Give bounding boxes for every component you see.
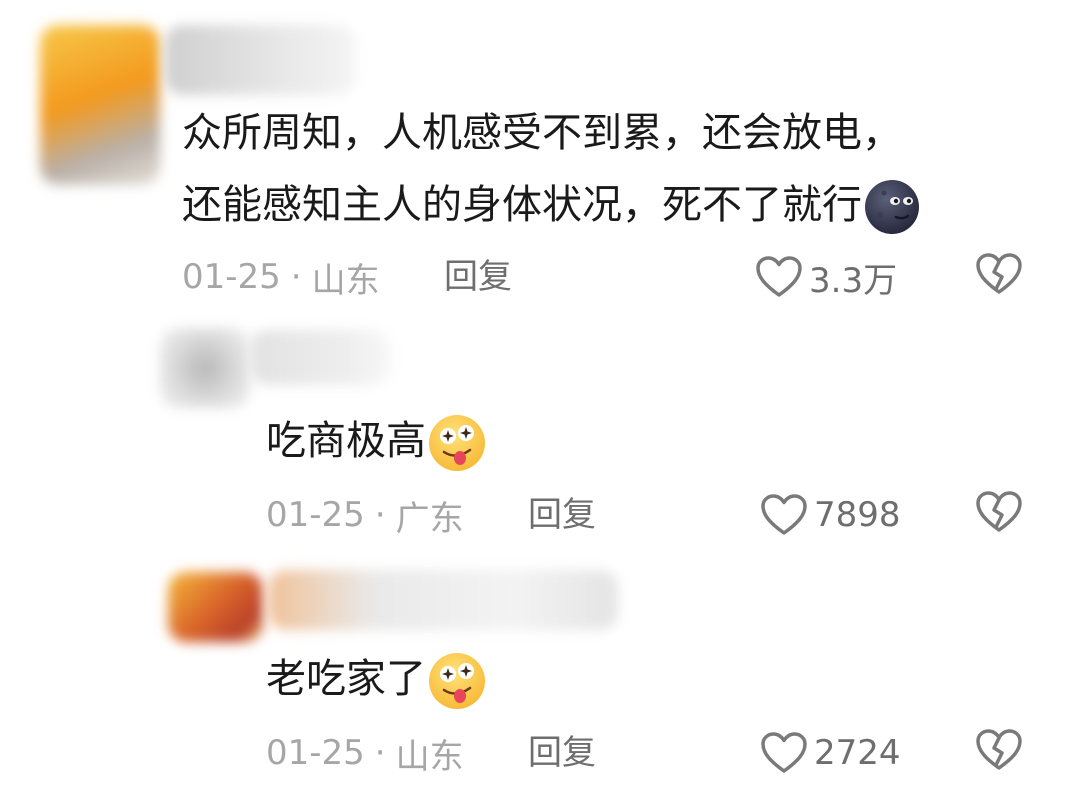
heart-outline-icon xyxy=(756,256,802,297)
drooling-star-eyes-emoji xyxy=(429,653,485,709)
comment-meta: 01-25 · 山东 xyxy=(266,728,464,778)
broken-heart-icon xyxy=(976,491,1022,532)
meta-separator: · xyxy=(374,495,386,535)
reply-button[interactable]: 回复 xyxy=(528,490,596,540)
comment-thread: 众所周知，人机感受不到累，还会放电， 还能感知主人的身体状况，死不了就行 01-… xyxy=(0,0,1080,806)
comment-meta: 01-25 · 山东 xyxy=(182,252,380,302)
heart-outline-icon xyxy=(761,494,807,535)
like-count: 2724 xyxy=(814,733,901,773)
like-button[interactable]: 3.3万 xyxy=(755,252,897,302)
username[interactable] xyxy=(268,570,618,630)
like-button[interactable]: 2724 xyxy=(760,728,901,778)
heart-outline-icon xyxy=(761,732,807,773)
username[interactable] xyxy=(250,330,390,385)
like-count: 3.3万 xyxy=(809,260,898,301)
reply-button[interactable]: 回复 xyxy=(444,252,512,302)
reply-button[interactable]: 回复 xyxy=(528,728,596,778)
avatar[interactable] xyxy=(40,25,160,185)
drooling-star-eyes-emoji xyxy=(429,415,485,471)
avatar[interactable] xyxy=(168,572,263,642)
comment-location: 山东 xyxy=(311,260,380,301)
like-count: 7898 xyxy=(814,495,901,535)
new-moon-face-emoji xyxy=(865,180,919,234)
comment-location: 山东 xyxy=(395,736,464,777)
username[interactable] xyxy=(165,25,355,95)
comment-text: 众所周知，人机感受不到累，还会放电， xyxy=(182,110,902,156)
comment-date: 01-25 xyxy=(266,495,365,535)
comment-text: 吃商极高 xyxy=(266,412,488,474)
avatar[interactable] xyxy=(160,328,250,408)
comment-location: 广东 xyxy=(395,498,464,539)
dislike-button[interactable] xyxy=(975,728,1025,778)
dislike-button[interactable] xyxy=(975,490,1025,540)
meta-separator: · xyxy=(290,257,302,297)
broken-heart-icon xyxy=(976,253,1022,294)
broken-heart-icon xyxy=(976,729,1022,770)
comment-date: 01-25 xyxy=(182,257,281,297)
comment-text: 老吃家了 xyxy=(266,650,488,712)
meta-separator: · xyxy=(374,733,386,773)
comment-meta: 01-25 · 广东 xyxy=(266,490,464,540)
comment-date: 01-25 xyxy=(266,733,365,773)
comment-text: 还能感知主人的身体状况，死不了就行 xyxy=(182,177,922,237)
like-button[interactable]: 7898 xyxy=(760,490,901,540)
dislike-button[interactable] xyxy=(975,252,1025,302)
